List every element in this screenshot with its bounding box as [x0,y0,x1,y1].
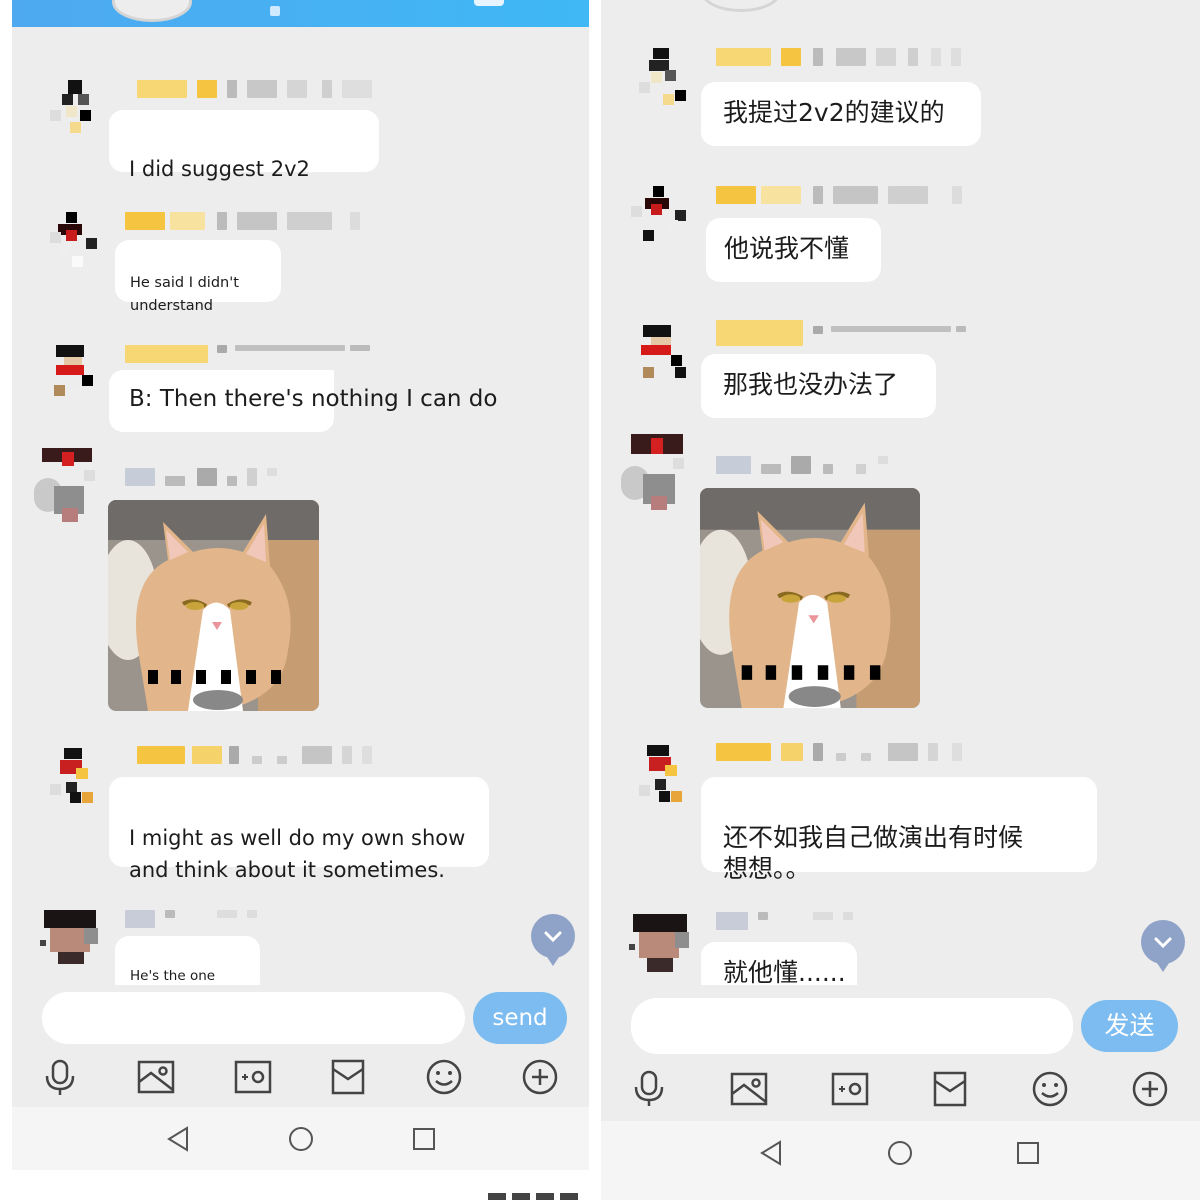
emoji-icon [426,1059,462,1095]
system-nav-bar [601,1121,1200,1200]
nav-home-button[interactable] [288,1126,314,1156]
message-bubble[interactable]: I might as well do my own show and think… [109,777,489,882]
plus-icon [522,1059,558,1095]
message-text: 就他懂...... [723,958,846,987]
camera-icon [831,1072,869,1106]
sticker-image[interactable] [700,488,920,708]
message-bubble[interactable]: He said I didn't understand [115,240,281,314]
header-mark [270,6,280,16]
voice-button[interactable] [42,1059,78,1101]
message-bubble[interactable]: 那我也没办法了 [701,354,936,418]
cat-sticker-icon [108,500,319,711]
watermark [488,1188,578,1200]
emoji-icon [1032,1071,1068,1107]
input-area: send [12,985,589,1107]
message-input[interactable] [42,992,465,1044]
avatar[interactable] [50,748,108,806]
nav-home-button[interactable] [887,1140,913,1170]
sticker-image[interactable] [108,500,319,711]
chat-panel-chinese: 我提过2v2的建议的 他说我不懂 那我也没办法了 还不如我自己做演出有时候 想想… [601,0,1200,1200]
cat-sticker-icon [700,488,920,708]
message-text: 那我也没办法了 [723,370,899,399]
microphone-icon [45,1059,75,1095]
avatar[interactable] [40,910,106,972]
message-bubble[interactable]: 还不如我自己做演出有时候 想想。。 [701,777,1097,883]
picture-icon [137,1060,175,1094]
avatar[interactable] [50,80,108,138]
more-button[interactable] [1131,1070,1169,1112]
message-bubble[interactable]: I did suggest 2v2 [109,110,379,181]
camera-button[interactable] [831,1072,869,1110]
message-text: I might as well do my own show and think… [129,826,466,882]
avatar[interactable] [50,345,108,403]
emoji-button[interactable] [425,1058,463,1100]
chevron-down-icon [544,931,562,943]
back-icon [760,1140,781,1166]
home-icon [888,1141,912,1165]
message-text: 他说我不懂 [724,234,850,263]
chat-panel-english: I did suggest 2v2 He said I didn't under… [12,0,589,1170]
nav-back-button[interactable] [759,1140,783,1170]
nav-back-button[interactable] [166,1126,190,1156]
send-button[interactable]: send [473,992,567,1044]
avatar[interactable] [639,745,697,803]
avatar[interactable] [50,212,108,270]
message-text: He said I didn't understand [130,275,239,314]
message-bubble[interactable]: 他说我不懂 [706,218,881,282]
message-bubble[interactable]: 我提过2v2的建议的 [701,82,981,146]
camera-button[interactable] [234,1060,272,1098]
album-button[interactable] [137,1060,175,1098]
message-text: B: Then there's nothing I can do [129,386,498,412]
header-pill [474,0,504,6]
avatar[interactable] [34,448,104,528]
red-packet-button[interactable] [933,1071,967,1111]
red-packet-button[interactable] [331,1059,365,1099]
back-icon [167,1126,188,1152]
more-button[interactable] [521,1058,559,1100]
microphone-icon [634,1070,664,1106]
message-text: 我提过2v2的建议的 [723,98,945,127]
red-packet-icon [933,1071,967,1107]
recents-icon [1017,1142,1039,1164]
nav-recents-button[interactable] [1016,1141,1040,1169]
recents-icon [413,1128,435,1150]
avatar[interactable] [639,325,697,383]
send-button[interactable]: 发送 [1081,1000,1178,1052]
message-text: 还不如我自己做演出有时候 想想。。 [723,823,1024,883]
red-packet-icon [331,1059,365,1095]
album-button[interactable] [730,1072,768,1110]
avatar[interactable] [639,48,697,106]
message-input[interactable] [631,998,1073,1054]
plus-icon [1132,1071,1168,1107]
nav-recents-button[interactable] [412,1127,436,1155]
message-bubble[interactable]: B: Then there's nothing I can do [109,370,497,432]
scroll-to-bottom-button[interactable] [1141,920,1185,972]
avatar [701,0,781,12]
chevron-down-icon [1154,937,1172,949]
scroll-to-bottom-button[interactable] [531,914,575,966]
system-nav-bar [12,1107,589,1170]
camera-icon [234,1060,272,1094]
avatar[interactable] [621,434,691,520]
app-header [12,0,589,27]
avatar[interactable] [631,186,689,244]
input-area: 发送 [601,985,1200,1121]
picture-icon [730,1072,768,1106]
voice-button[interactable] [631,1070,667,1112]
watermark-mark [488,1193,578,1200]
home-icon [289,1127,313,1151]
emoji-button[interactable] [1031,1070,1069,1112]
avatar[interactable] [629,914,695,978]
message-text: I did suggest 2v2 [129,157,310,181]
